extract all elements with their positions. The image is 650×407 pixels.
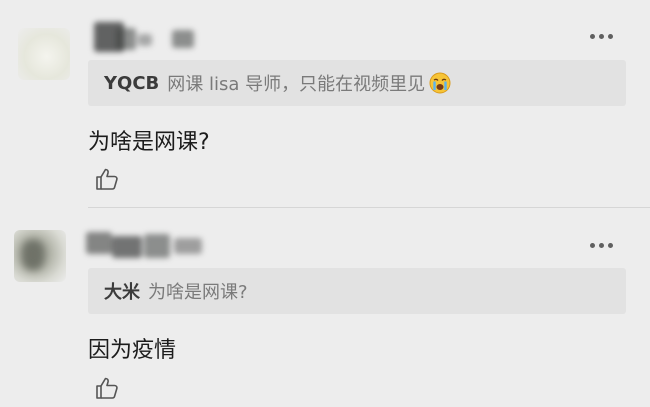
quote-username: 大米 xyxy=(104,282,140,303)
comment-item: YQCB 网课 lisa 导师，只能在视频里见 为啥是网课? xyxy=(0,0,650,207)
quote-text: 为啥是网课? xyxy=(148,282,248,303)
thumbs-up-icon[interactable] xyxy=(94,166,120,192)
avatar[interactable] xyxy=(14,230,66,282)
comment-item: 大米 为啥是网课? 因为疫情 xyxy=(0,208,650,407)
comment-text: 因为疫情 xyxy=(88,338,177,363)
quote-text: 网课 lisa 导师，只能在视频里见 xyxy=(167,74,426,95)
blurred-username xyxy=(88,18,198,56)
more-options-button[interactable] xyxy=(590,34,614,40)
more-options-button[interactable] xyxy=(590,243,614,249)
quoted-reply[interactable]: YQCB 网课 lisa 导师，只能在视频里见 xyxy=(88,60,626,106)
blurred-username xyxy=(82,226,210,262)
avatar[interactable] xyxy=(18,28,70,80)
comment-text: 为啥是网课? xyxy=(88,130,210,155)
quoted-reply[interactable]: 大米 为啥是网课? xyxy=(88,268,626,314)
quote-username: YQCB xyxy=(104,72,160,94)
thumbs-up-icon[interactable] xyxy=(94,375,120,401)
crying-face-icon xyxy=(429,72,451,94)
